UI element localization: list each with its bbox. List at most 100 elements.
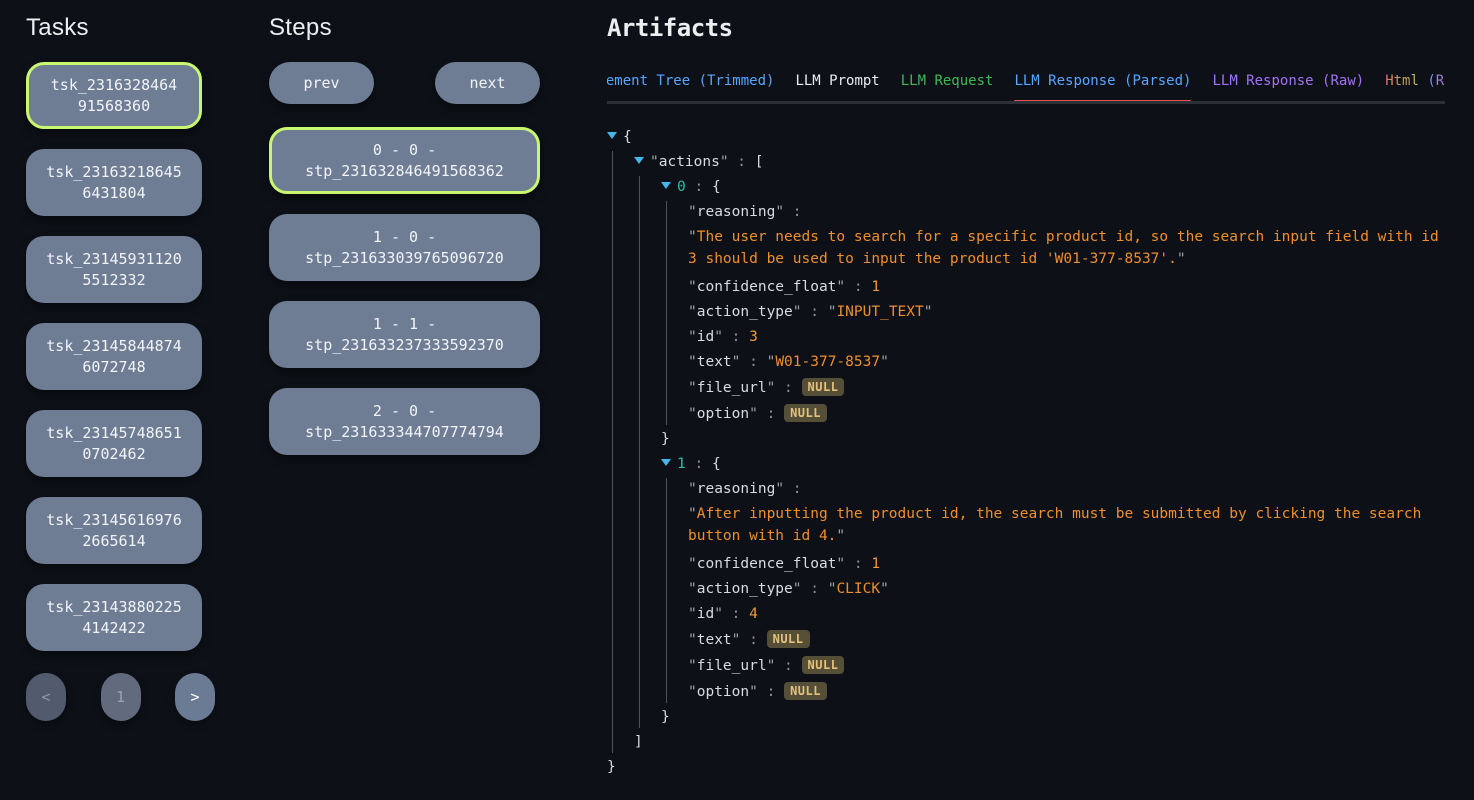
json-token: : <box>784 481 801 497</box>
json-token: : <box>845 279 871 295</box>
task-button-label: tsk_231458448746072748 <box>46 336 182 378</box>
step-button[interactable]: 1 - 1 - stp_231633237333592370 <box>269 301 540 368</box>
json-number-value: 1 <box>871 556 880 572</box>
tab-row: Element Tree (Trimmed) LLM Prompt LLM Requ… <box>607 67 1445 101</box>
json-token: : <box>758 684 784 700</box>
tree-row: "reasoning" : <box>688 201 1445 223</box>
tree-node: {"actions" : [0 : {"reasoning" : "The us… <box>607 126 1445 778</box>
step-button[interactable]: 0 - 0 - stp_231632846491568362 <box>269 127 540 194</box>
task-button[interactable]: tsk_231458448746072748 <box>26 323 202 390</box>
json-token: " <box>688 684 697 700</box>
json-key: action_type <box>697 581 793 597</box>
json-token: " <box>688 658 697 674</box>
step-button-label: 1 - 1 - stp_231633237333592370 <box>281 314 528 356</box>
json-token: " <box>688 304 697 320</box>
json-index: 1 <box>677 456 686 472</box>
tree-row: { <box>607 126 1445 148</box>
page-number-button[interactable]: 1 <box>101 673 141 721</box>
task-button[interactable]: tsk_231632846491568360 <box>26 62 202 129</box>
json-token: " <box>688 481 697 497</box>
null-value-badge: NULL <box>802 378 845 396</box>
tree-row: "reasoning" : <box>688 478 1445 500</box>
json-tree-viewer: {"actions" : [0 : {"reasoning" : "The us… <box>607 126 1445 778</box>
collapse-arrow-icon[interactable] <box>634 157 644 164</box>
next-step-button[interactable]: next <box>435 62 540 104</box>
tree-row: "id" : 3 <box>688 326 1445 348</box>
json-token: " <box>880 354 889 370</box>
tasks-title: Tasks <box>26 14 202 42</box>
json-key: reasoning <box>697 481 776 497</box>
json-token: " <box>793 581 802 597</box>
task-button-label: tsk_231632186456431804 <box>46 162 182 204</box>
json-key: action_type <box>697 304 793 320</box>
json-key: option <box>697 684 749 700</box>
task-button[interactable]: tsk_231438802254142422 <box>26 584 202 651</box>
tab-element-tree-trimmed[interactable]: Element Tree (Trimmed) <box>607 67 774 101</box>
prev-step-button[interactable]: prev <box>269 62 374 104</box>
task-button[interactable]: tsk_231457486510702462 <box>26 410 202 477</box>
json-token: The user needs to search for a specific … <box>688 229 1439 267</box>
step-button[interactable]: 2 - 0 - stp_231633344707774794 <box>269 388 540 455</box>
json-string-value-multiline: "After inputting the product id, the sea… <box>688 503 1445 547</box>
json-key: id <box>697 329 714 345</box>
tab-html-raw[interactable]: Html (Raw) <box>1385 67 1445 101</box>
json-key: text <box>697 354 732 370</box>
json-token: : <box>775 658 801 674</box>
tree-node: 1 : {"reasoning" : "After inputting the … <box>661 453 1445 728</box>
tree-row: "confidence_float" : 1 <box>688 276 1445 298</box>
json-token: " <box>688 606 697 622</box>
prev-page-button[interactable]: < <box>26 673 66 721</box>
json-token: " <box>688 506 697 522</box>
null-value-badge: NULL <box>784 682 827 700</box>
json-key: reasoning <box>697 204 776 220</box>
tree-children: 0 : {"reasoning" : "The user needs to se… <box>639 176 1445 728</box>
collapse-arrow-icon[interactable] <box>661 182 671 189</box>
json-token: [ <box>755 154 764 170</box>
json-key: actions <box>659 154 720 170</box>
tree-row: "action_type" : "INPUT_TEXT" <box>688 301 1445 323</box>
json-token: " <box>688 204 697 220</box>
collapse-arrow-icon[interactable] <box>607 132 617 139</box>
task-button-label: tsk_231459311205512332 <box>46 249 182 291</box>
task-list: tsk_231632846491568360 tsk_23163218645643… <box>26 62 202 651</box>
tree-row: 0 : { <box>661 176 1445 198</box>
tab-llm-request[interactable]: LLM Request <box>901 67 994 101</box>
json-string-value: W01-377-8537 <box>775 354 880 370</box>
tab-llm-prompt[interactable]: LLM Prompt <box>795 67 879 101</box>
json-key: file_url <box>697 380 767 396</box>
json-token: } <box>661 709 670 725</box>
null-value-badge: NULL <box>767 630 810 648</box>
json-token: " <box>688 406 697 422</box>
json-token: } <box>661 431 670 447</box>
task-button[interactable]: tsk_231456169762665614 <box>26 497 202 564</box>
json-token: " <box>775 204 784 220</box>
json-token: " <box>720 154 729 170</box>
json-token: } <box>607 759 616 775</box>
artifact-tabs: Element Tree (Trimmed) LLM Prompt LLM Requ… <box>607 67 1445 104</box>
steps-panel: Steps prev next 0 - 0 - stp_231632846491… <box>269 10 540 475</box>
artifacts-title: Artifacts <box>607 14 1445 42</box>
next-page-button[interactable]: > <box>175 673 215 721</box>
tree-row: "confidence_float" : 1 <box>688 553 1445 575</box>
task-button[interactable]: tsk_231632186456431804 <box>26 149 202 216</box>
tab-llm-response-raw[interactable]: LLM Response (Raw) <box>1212 67 1364 101</box>
json-token: " <box>880 581 889 597</box>
collapse-arrow-icon[interactable] <box>661 459 671 466</box>
tasks-panel: Tasks tsk_231632846491568360 tsk_23163218… <box>26 10 202 721</box>
json-token: " <box>688 229 697 245</box>
json-token: : <box>758 406 784 422</box>
tree-row: "text" : "W01-377-8537" <box>688 351 1445 373</box>
json-token: " <box>767 658 776 674</box>
json-token: " <box>650 154 659 170</box>
json-token: " <box>793 304 802 320</box>
json-token: : <box>723 606 749 622</box>
step-button[interactable]: 1 - 0 - stp_231633039765096720 <box>269 214 540 281</box>
json-token: " <box>688 354 697 370</box>
tab-llm-response-parsed[interactable]: LLM Response (Parsed) <box>1014 67 1191 101</box>
json-number-value: 1 <box>871 279 880 295</box>
tree-row: "option" : NULL <box>688 680 1445 703</box>
task-button-label: tsk_231457486510702462 <box>46 423 182 465</box>
task-button-label: tsk_231456169762665614 <box>46 510 182 552</box>
task-button[interactable]: tsk_231459311205512332 <box>26 236 202 303</box>
json-token: " <box>836 279 845 295</box>
